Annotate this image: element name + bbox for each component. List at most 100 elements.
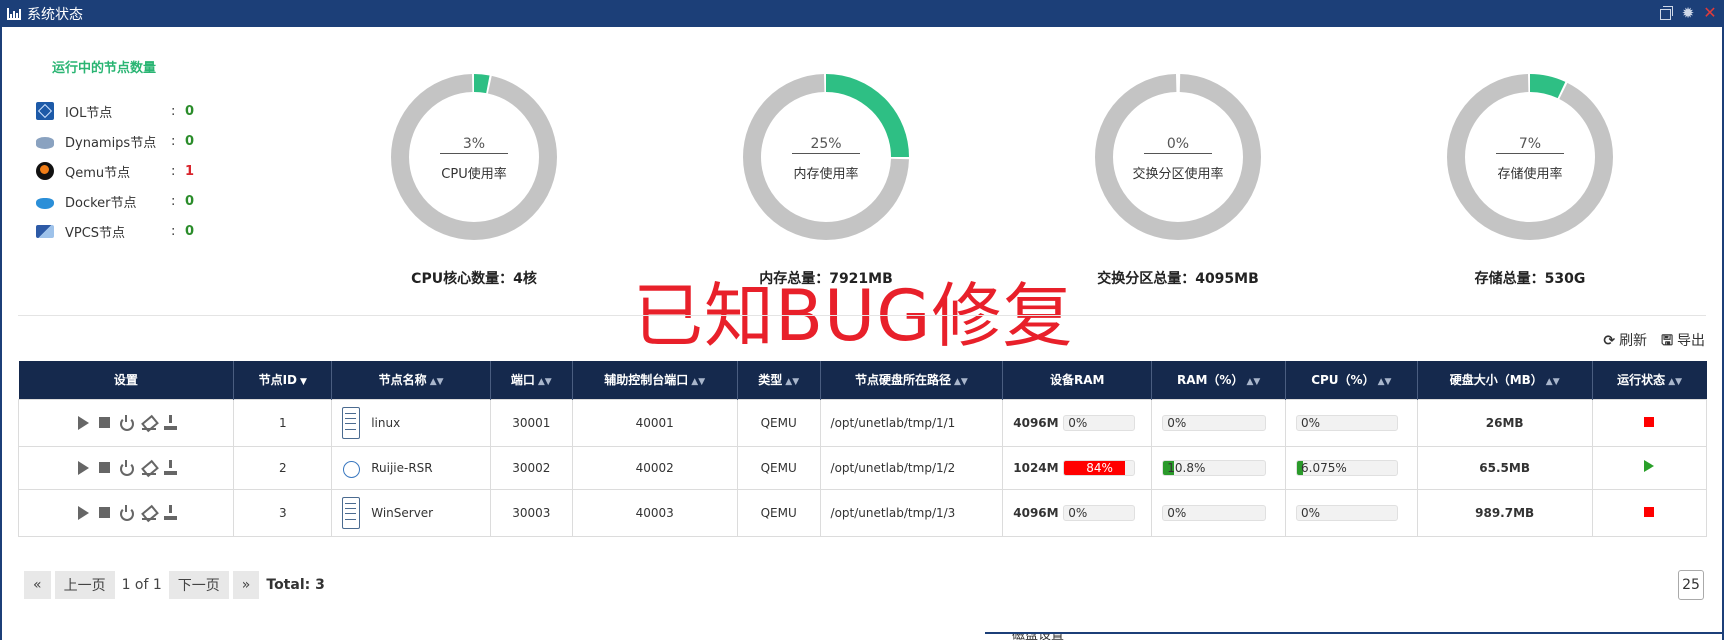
window-titlebar: 系统状态 ✹ ✕	[0, 0, 1724, 27]
sort-icon: ▲▼	[537, 377, 552, 388]
last-page-button[interactable]: »	[232, 571, 260, 599]
usage-bar-text: 0%	[1068, 415, 1088, 430]
separator: :	[171, 193, 176, 209]
column-header[interactable]: 运行状态 ▲▼	[1592, 361, 1707, 399]
sort-desc-icon: ▼	[300, 377, 307, 388]
column-header-label: CPU（%）	[1311, 373, 1375, 388]
usage-bar-text: 0%	[1167, 505, 1187, 520]
cpu-usage-cell: 6.075%	[1285, 445, 1418, 490]
power-icon[interactable]	[119, 415, 134, 431]
node-type: QEMU	[736, 488, 821, 537]
eraser-icon[interactable]	[141, 505, 156, 520]
column-header[interactable]: 类型 ▲▼	[737, 361, 821, 399]
download-icon[interactable]	[163, 460, 178, 475]
iol-icon	[36, 102, 54, 120]
stop-icon[interactable]	[97, 415, 112, 430]
restore-icon[interactable]	[1658, 5, 1674, 21]
swap-total: 交换分区总量：4095MB	[1097, 271, 1259, 287]
column-header[interactable]: 硬盘大小（MB） ▲▼	[1417, 361, 1593, 399]
usage-bar: 0%	[1296, 414, 1399, 431]
swap-usage-donut: 0% 交换分区使用率	[1094, 73, 1262, 241]
close-icon[interactable]: ✕	[1702, 5, 1718, 21]
column-header-label: 节点名称	[378, 373, 427, 388]
prev-page-button[interactable]: 上一页	[54, 571, 115, 599]
next-page-button[interactable]: 下一页	[168, 571, 229, 599]
column-header[interactable]: 节点名称 ▲▼	[331, 361, 491, 399]
usage-bar: 0%	[1162, 414, 1267, 431]
node-type-label: Dynamips节点	[65, 135, 157, 151]
first-page-button[interactable]: «	[24, 571, 51, 599]
device-ram: 4096M	[1013, 415, 1059, 430]
sort-icon: ▲▼	[691, 377, 706, 388]
background-window-text: 磁盘设置	[1012, 632, 1065, 640]
column-header[interactable]: 辅助控制台端口 ▲▼	[572, 361, 738, 399]
pagination: « 上一页 1 of 1 下一页 » Total: 3	[24, 571, 325, 599]
sort-icon: ▲▼	[1246, 377, 1261, 388]
donut-free-segment	[1095, 74, 1261, 240]
column-header-label: 设备RAM	[1050, 373, 1105, 388]
node-type: QEMU	[736, 398, 821, 447]
power-icon[interactable]	[119, 460, 134, 476]
refresh-button[interactable]: ⟳ 刷新	[1603, 330, 1647, 354]
vpcs-icon	[36, 224, 54, 238]
usage-bar-text: 0%	[1167, 415, 1187, 430]
overlay-caption: 已知BUG修复	[633, 275, 1074, 357]
save-icon: 🖫	[1661, 333, 1673, 349]
gear-icon[interactable]: ✹	[1680, 5, 1696, 21]
background-window-edge: 磁盘设置	[985, 632, 1722, 640]
sort-icon: ▲▼	[1377, 377, 1392, 388]
column-header[interactable]: 端口 ▲▼	[490, 361, 573, 399]
node-count-row: Docker节点:0	[36, 190, 194, 212]
start-icon[interactable]	[75, 505, 90, 520]
column-header[interactable]: CPU（%） ▲▼	[1285, 361, 1418, 399]
eraser-icon[interactable]	[141, 460, 156, 475]
run-status	[1591, 445, 1708, 490]
node-name: Ruijie-RSR	[371, 460, 433, 475]
start-icon[interactable]	[75, 415, 90, 430]
server-icon	[342, 406, 361, 439]
page-size-select[interactable]: 25	[1678, 570, 1704, 600]
export-button[interactable]: 🖫 导出	[1661, 330, 1705, 354]
download-icon[interactable]	[163, 415, 178, 430]
node-name: WinServer	[371, 505, 434, 520]
stop-icon[interactable]	[97, 460, 112, 475]
stop-icon[interactable]	[97, 505, 112, 520]
usage-label: 内存使用率	[793, 167, 859, 182]
column-header[interactable]: 节点ID ▼	[233, 361, 333, 399]
node-count-row: IOL节点:0	[36, 100, 194, 122]
node-count: 0	[185, 133, 195, 149]
start-icon[interactable]	[75, 460, 90, 475]
row-actions	[17, 445, 235, 490]
column-header[interactable]: 节点硬盘所在路径 ▲▼	[820, 361, 1004, 399]
node-name-cell: Ruijie-RSR	[331, 445, 491, 490]
usage-bar: 6.075%	[1296, 459, 1399, 476]
aux-port: 40003	[571, 488, 738, 537]
donut-free-segment	[391, 74, 557, 240]
usage-percent: 3%	[440, 136, 508, 154]
column-header[interactable]: RAM（%） ▲▼	[1151, 361, 1287, 399]
node-id: 2	[233, 445, 333, 490]
node-table: 设置 节点ID ▼ 节点名称 ▲▼ 端口 ▲▼ 辅助控制台端口 ▲▼ 类型 ▲▼ 节点硬盘所在路径 ▲▼…	[17, 361, 1708, 537]
node-type-label: Qemu节点	[65, 165, 131, 181]
run-status	[1591, 398, 1708, 447]
total-count: Total: 3	[266, 577, 325, 593]
table-row: 1 linux 30001 40001 QEMU/opt/unetlab/tmp/1/1…	[17, 398, 1708, 447]
ram-cell: 4096M 0%	[1002, 488, 1153, 537]
separator: :	[171, 103, 176, 119]
usage-label: CPU使用率	[441, 167, 507, 182]
table-header-row: 设置 节点ID ▼ 节点名称 ▲▼ 端口 ▲▼ 辅助控制台端口 ▲▼ 类型 ▲▼ 节点硬盘所在路径 ▲▼…	[18, 361, 1707, 399]
column-header-label: 设置	[113, 373, 138, 388]
storage-total: 存储总量：530G	[1474, 271, 1586, 287]
node-count: 0	[185, 103, 195, 119]
power-icon[interactable]	[119, 505, 134, 521]
separator: :	[171, 163, 176, 179]
column-header-label: 硬盘大小（MB）	[1449, 373, 1543, 388]
eraser-icon[interactable]	[141, 415, 156, 430]
column-header: 设备RAM	[1002, 361, 1153, 399]
column-header-label: 运行状态	[1617, 373, 1666, 388]
download-icon[interactable]	[163, 505, 178, 520]
node-id: 1	[233, 398, 333, 447]
usage-bar-text: 0%	[1301, 505, 1321, 520]
separator: :	[171, 133, 176, 149]
disk-path: /opt/unetlab/tmp/1/3	[819, 488, 1004, 537]
